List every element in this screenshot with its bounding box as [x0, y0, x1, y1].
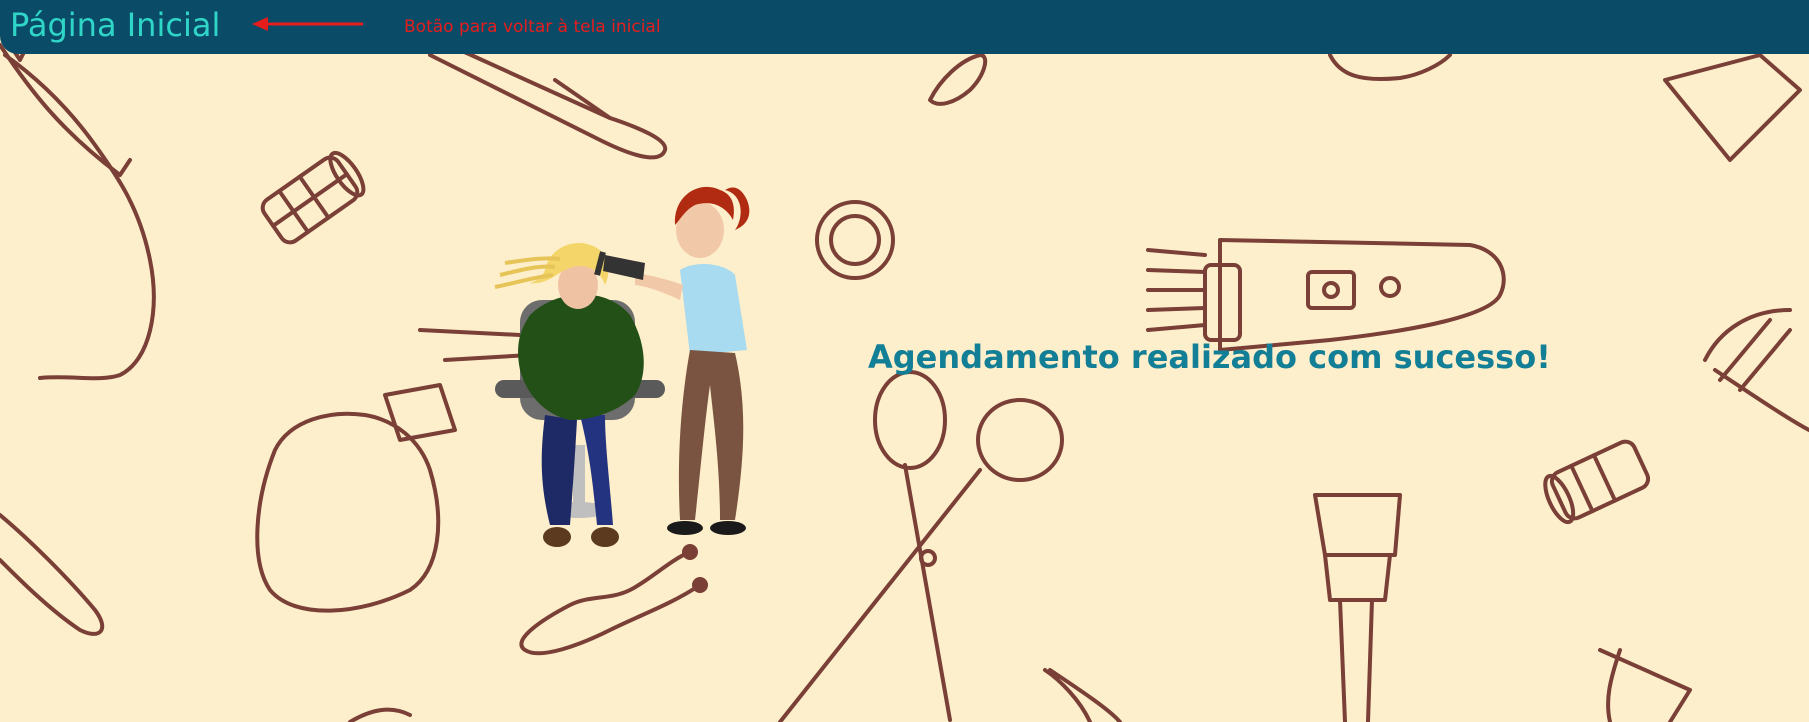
home-link[interactable]: Página Inicial [10, 4, 220, 46]
annotation-note: Botão para voltar à tela inicial [404, 17, 661, 37]
hairdresser-illustration [494, 186, 750, 547]
success-message: Agendamento realizado com sucesso! [868, 338, 1551, 376]
arrow-left-icon [252, 17, 363, 31]
top-bar: Página Inicial Botão para voltar à tela … [0, 0, 1809, 54]
